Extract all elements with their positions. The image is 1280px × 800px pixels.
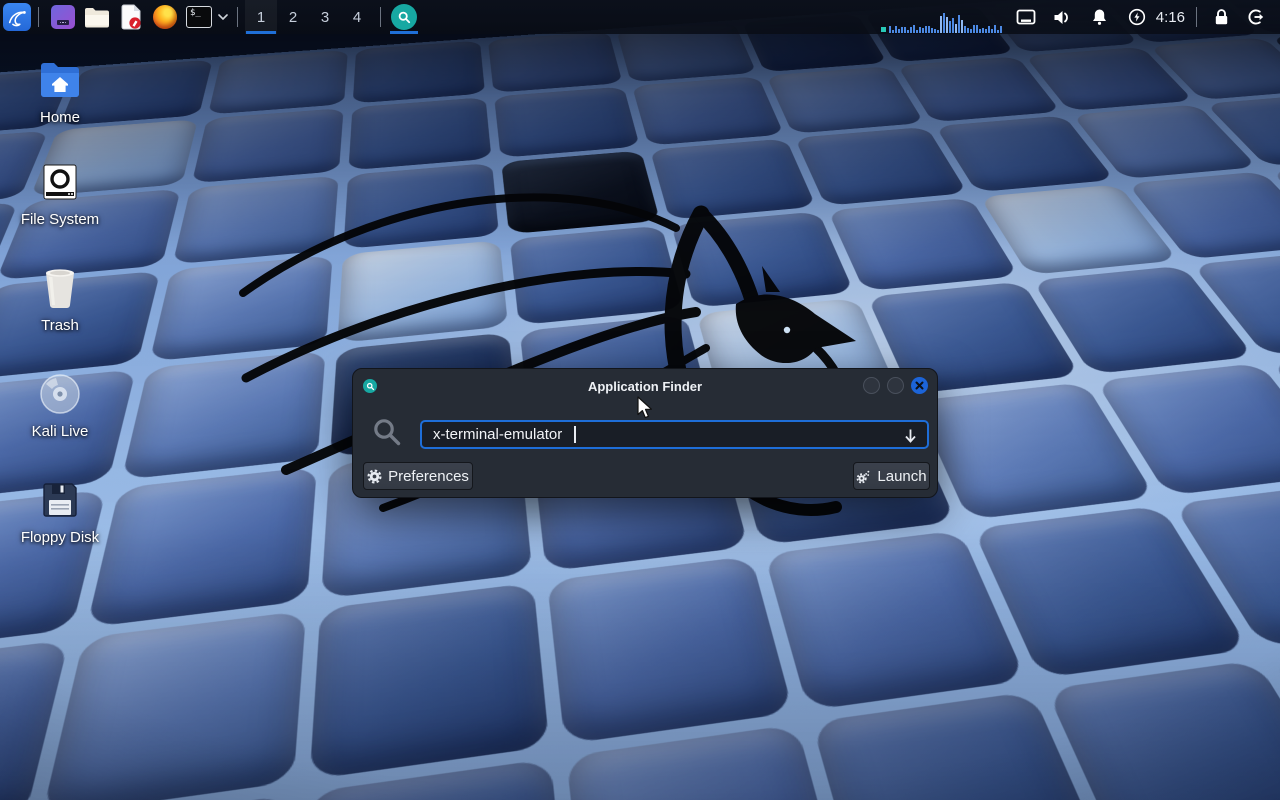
terminal-icon: $_: [186, 6, 212, 28]
clock[interactable]: 4:16: [1156, 9, 1185, 26]
mouse-cursor: [637, 396, 656, 420]
launcher-dropdown-button[interactable]: [216, 0, 230, 34]
gear-icon: [367, 469, 382, 484]
application-finder-icon: [391, 4, 417, 30]
monitor-legend-swatch: [881, 27, 886, 32]
system-monitor-graph: [881, 0, 1005, 34]
desktop-icon-label: Trash: [41, 317, 79, 334]
panel-separator: [380, 7, 381, 27]
dropdown-arrow-icon[interactable]: [903, 427, 918, 450]
workspace-3[interactable]: 3: [309, 0, 341, 34]
search-input[interactable]: x-terminal-emulator: [420, 420, 929, 449]
chevron-down-icon: [218, 14, 228, 20]
system-tray: [1015, 0, 1148, 34]
launcher-firefox[interactable]: [150, 0, 180, 34]
launch-label: Launch: [877, 468, 926, 485]
lock-icon[interactable]: [1210, 0, 1232, 34]
applications-menu-button[interactable]: [3, 3, 31, 31]
application-finder-window: Application Finder x-terminal-emulator: [352, 368, 938, 498]
dashboard-icon: [51, 5, 75, 29]
desktop-icon-label: Kali Live: [32, 423, 89, 440]
text-editor-icon: [119, 4, 143, 30]
kali-desktop: Home File System Trash: [0, 0, 1280, 800]
search-input-value: x-terminal-emulator: [433, 426, 562, 443]
kali-menu-icon: [6, 6, 28, 28]
close-icon: [915, 381, 924, 390]
launcher-dashboard[interactable]: [48, 0, 78, 34]
top-panel: $_ 1 2 3 4: [0, 0, 1280, 34]
desktop-icon-trash[interactable]: Trash: [12, 264, 108, 334]
launcher-file-manager[interactable]: [82, 0, 112, 34]
launcher-text-editor[interactable]: [116, 0, 146, 34]
maximize-button[interactable]: [887, 377, 904, 394]
desktop-icon-label: Floppy Disk: [21, 529, 99, 546]
volume-icon[interactable]: [1052, 0, 1074, 34]
hard-drive-icon: [40, 158, 80, 206]
launch-button[interactable]: Launch: [853, 462, 930, 490]
file-manager-icon: [84, 6, 110, 28]
network-icon[interactable]: [1015, 0, 1037, 34]
launch-gear-icon: [856, 469, 871, 484]
workspace-4[interactable]: 4: [341, 0, 373, 34]
desktop-icon-label: File System: [21, 211, 99, 228]
optical-disc-icon: [38, 370, 82, 418]
minimize-button[interactable]: [863, 377, 880, 394]
desktop-icon-label: Home: [40, 109, 80, 126]
home-folder-icon: [37, 56, 83, 104]
close-button[interactable]: [911, 377, 928, 394]
preferences-label: Preferences: [388, 468, 469, 485]
panel-separator: [1196, 7, 1197, 27]
desktop-icon-file-system[interactable]: File System: [12, 158, 108, 228]
text-caret: [574, 426, 576, 443]
desktop-icon-home[interactable]: Home: [12, 56, 108, 126]
logout-icon[interactable]: [1244, 0, 1266, 34]
notifications-icon[interactable]: [1089, 0, 1111, 34]
panel-separator: [38, 7, 39, 27]
kali-dragon-silhouette: [228, 78, 928, 583]
desktop-icon-kali-live[interactable]: Kali Live: [12, 370, 108, 440]
power-icon[interactable]: [1126, 0, 1148, 34]
workspace-2[interactable]: 2: [277, 0, 309, 34]
firefox-icon: [153, 5, 177, 29]
taskbar-application-finder[interactable]: [388, 0, 420, 34]
preferences-button[interactable]: Preferences: [363, 462, 473, 490]
desktop-icon-floppy-disk[interactable]: Floppy Disk: [12, 476, 108, 546]
panel-separator: [237, 7, 238, 27]
search-icon: [371, 416, 403, 453]
workspace-1[interactable]: 1: [245, 0, 277, 34]
floppy-disk-icon: [40, 476, 80, 524]
trash-can-icon: [40, 264, 80, 312]
launcher-terminal[interactable]: $_: [184, 0, 214, 34]
